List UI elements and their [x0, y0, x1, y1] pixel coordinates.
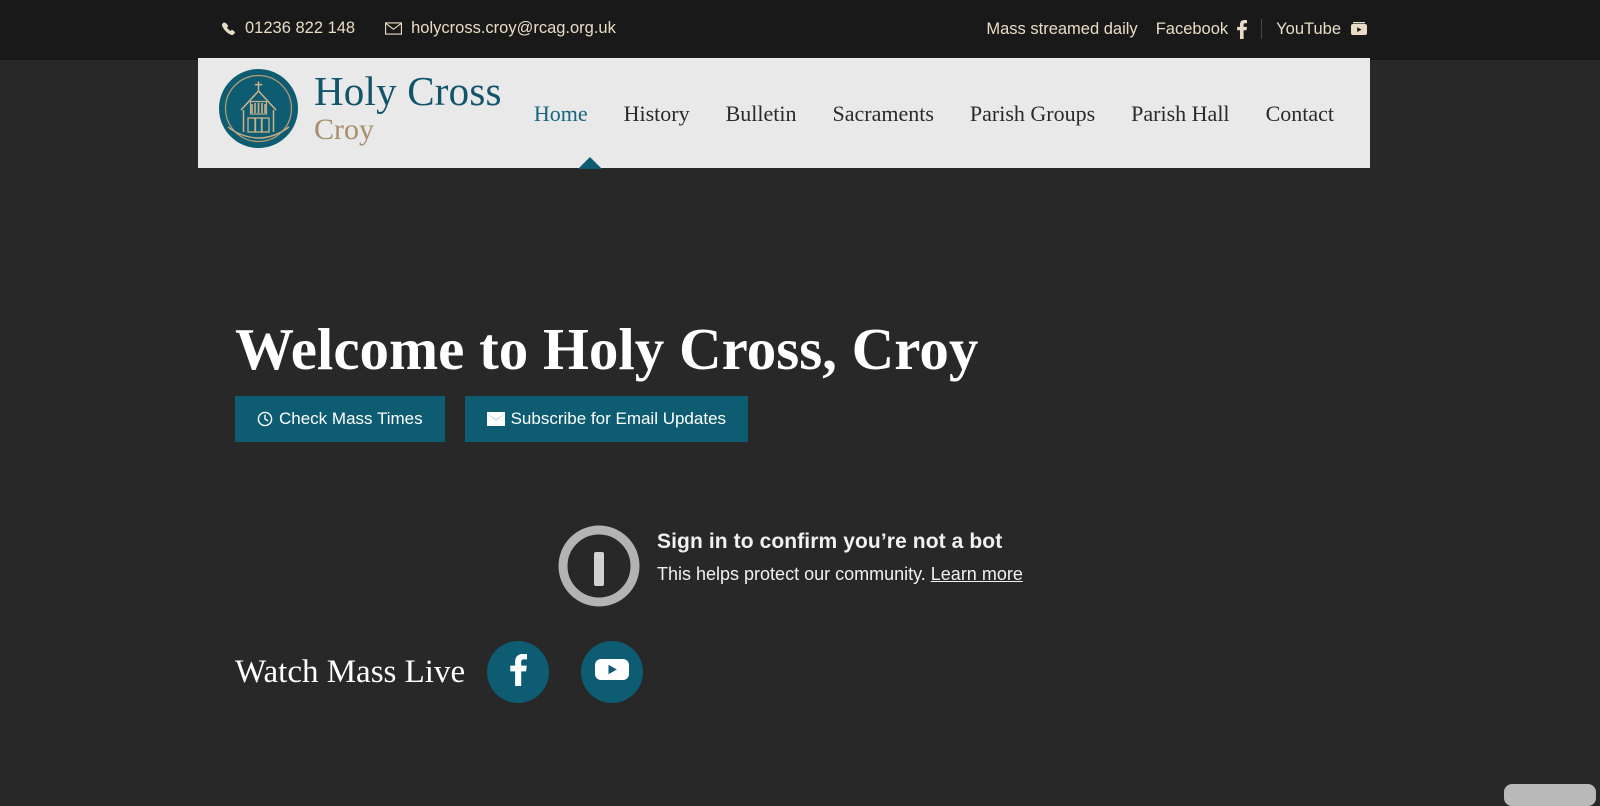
youtube-icon: [1350, 21, 1368, 37]
topbar-social-group: Mass streamed daily Facebook YouTube: [986, 19, 1368, 39]
youtube-icon: [595, 657, 630, 687]
facebook-icon: [509, 653, 527, 691]
bot-overlay-title: Sign in to confirm you’re not a bot: [657, 530, 1003, 553]
brand-subtitle: Croy: [314, 113, 374, 147]
clock-icon: [257, 411, 273, 427]
facebook-link[interactable]: Facebook: [1155, 19, 1248, 39]
site-header: Holy Cross Croy Home History Bulletin Sa…: [198, 58, 1370, 169]
envelope-icon: [385, 22, 403, 35]
topbar-divider: [1261, 19, 1263, 39]
subscribe-email-button[interactable]: Subscribe for Email Updates: [464, 396, 749, 442]
hero-cta-group: Check Mass Times Subscribe for Email Upd…: [235, 396, 749, 442]
nav-item-contact[interactable]: Contact: [1248, 101, 1352, 127]
brand-title: Holy Cross: [314, 68, 502, 115]
topbar-contact-group: 01236 822 148 holycross.croy@rcag.org.uk: [221, 19, 616, 38]
phone-icon: [221, 21, 236, 36]
watch-mass-live-label: Watch Mass Live: [235, 653, 466, 690]
main-navigation: Home History Bulletin Sacraments Parish …: [516, 101, 1352, 127]
hero-section: Sign in to confirm you’re not a bot This…: [0, 168, 1600, 806]
page-title: Welcome to Holy Cross, Croy: [235, 316, 979, 382]
bot-verification-overlay: Sign in to confirm you’re not a bot This…: [555, 506, 1115, 607]
brand-logo-link[interactable]: Holy Cross Croy: [219, 69, 502, 148]
phone-link[interactable]: 01236 822 148: [221, 19, 355, 38]
email-link[interactable]: holycross.croy@rcag.org.uk: [385, 19, 616, 38]
youtube-social-button[interactable]: [581, 641, 644, 703]
church-logo-icon: [219, 69, 298, 148]
nav-item-home[interactable]: Home: [516, 101, 606, 127]
check-mass-times-button[interactable]: Check Mass Times: [235, 396, 445, 442]
watch-mass-live-group: Watch Mass Live: [235, 641, 644, 703]
facebook-social-button[interactable]: [487, 641, 550, 703]
bot-overlay-subtitle: This helps protect our community. Learn …: [657, 564, 1023, 585]
bot-overlay-subtitle-text: This helps protect our community.: [657, 564, 931, 584]
learn-more-link[interactable]: Learn more: [931, 564, 1023, 584]
check-mass-times-label: Check Mass Times: [279, 409, 423, 428]
envelope-icon: [486, 412, 505, 426]
email-address: holycross.croy@rcag.org.uk: [411, 19, 616, 37]
nav-item-sacraments[interactable]: Sacraments: [814, 101, 951, 127]
corner-scroll-pill: [1504, 784, 1596, 806]
nav-item-history[interactable]: History: [606, 101, 708, 127]
phone-number: 01236 822 148: [245, 19, 356, 37]
info-circle-icon: [555, 522, 643, 610]
mass-streamed-label: Mass streamed daily: [986, 19, 1138, 38]
top-utility-bar: 01236 822 148 holycross.croy@rcag.org.uk…: [0, 0, 1600, 60]
facebook-label: Facebook: [1155, 19, 1229, 38]
youtube-link[interactable]: YouTube: [1276, 20, 1368, 39]
subscribe-email-label: Subscribe for Email Updates: [510, 409, 727, 428]
nav-item-bulletin[interactable]: Bulletin: [708, 101, 815, 127]
youtube-label: YouTube: [1276, 19, 1341, 38]
facebook-icon: [1237, 19, 1248, 39]
brand-text: Holy Cross Croy: [314, 69, 502, 148]
nav-item-parish-hall[interactable]: Parish Hall: [1113, 101, 1247, 127]
nav-item-parish-groups[interactable]: Parish Groups: [952, 101, 1113, 127]
